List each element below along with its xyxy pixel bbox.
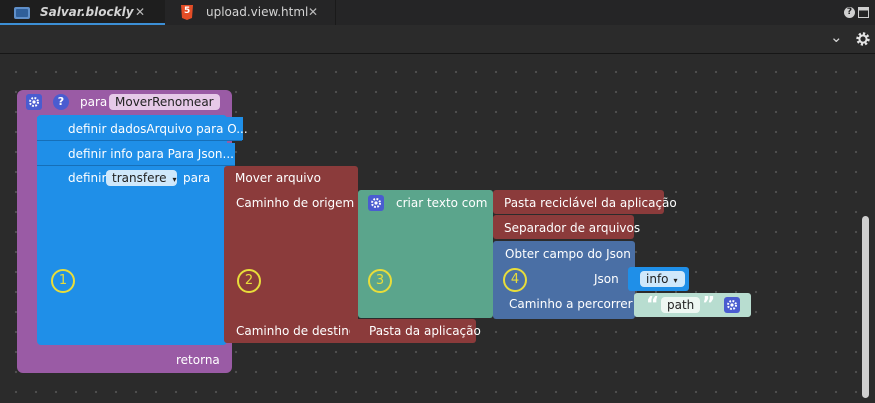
- block-divider: [37, 165, 235, 166]
- path-label: Caminho a percorrer: [509, 297, 633, 311]
- text-literal-field[interactable]: path: [661, 297, 701, 313]
- tab-bar: Salvar.blockly ✕ 5 upload.view.html ✕ ?: [0, 0, 875, 26]
- dropdown-arrow-icon: ▾: [172, 175, 177, 184]
- gear-icon[interactable]: [855, 31, 871, 47]
- block-divider: [37, 140, 242, 141]
- set-transfere-keyword: definir: [68, 171, 107, 185]
- editor-toolbar: ⌄: [0, 25, 875, 54]
- tab-upload-view-html[interactable]: 5 upload.view.html ✕: [166, 0, 336, 25]
- html5-badge: 5: [184, 6, 191, 16]
- move-file-block[interactable]: [224, 166, 358, 343]
- json-label: Json: [594, 272, 619, 286]
- quote-open-icon: “: [646, 292, 660, 316]
- close-icon[interactable]: ✕: [135, 5, 145, 19]
- move-file-title: Mover arquivo: [235, 171, 322, 185]
- quote-close-icon: ”: [702, 292, 716, 316]
- chevron-down-icon[interactable]: ⌄: [830, 28, 843, 46]
- gear-icon[interactable]: [724, 297, 740, 313]
- json-get-title: Obter campo do Json: [505, 247, 631, 261]
- help-icon[interactable]: ?: [53, 94, 69, 110]
- blockly-file-icon: [14, 7, 30, 19]
- gear-icon[interactable]: [368, 195, 384, 211]
- maximize-icon[interactable]: [858, 7, 869, 18]
- vertical-scrollbar[interactable]: [862, 216, 869, 398]
- procedure-return-label: retorna: [176, 353, 220, 367]
- origin-path-label: Caminho de origem: [236, 196, 355, 210]
- set-info-label: definir info para Para Json...: [68, 147, 234, 161]
- tab-label: Salvar.blockly: [40, 5, 134, 19]
- info-variable-dropdown[interactable]: info ▾: [640, 271, 685, 287]
- set-dadosArquivo-label: definir dadosArquivo para O...: [68, 122, 248, 136]
- help-icon[interactable]: ?: [844, 7, 855, 18]
- dropdown-arrow-icon: ▾: [673, 276, 678, 285]
- separator-label: Separador de arquivos: [504, 221, 641, 235]
- recycle-folder-label: Pasta reciclável da aplicação: [504, 196, 677, 210]
- procedure-keyword: para: [80, 95, 108, 109]
- create-text-label: criar texto com: [396, 196, 488, 210]
- marker-3: 3: [368, 269, 392, 293]
- dest-path-label: Caminho de destino: [236, 324, 357, 338]
- tab-label: upload.view.html: [206, 5, 309, 19]
- marker-2: 2: [237, 269, 261, 293]
- marker-1: 1: [51, 269, 75, 293]
- close-icon[interactable]: ✕: [308, 5, 318, 19]
- gear-icon[interactable]: [26, 94, 42, 110]
- procedure-name-field[interactable]: MoverRenomear: [109, 94, 220, 110]
- variable-dropdown[interactable]: transfere ▾: [106, 170, 177, 186]
- tab-salvar-blockly[interactable]: Salvar.blockly ✕: [0, 0, 165, 25]
- set-transfere-to: para: [183, 171, 211, 185]
- marker-4: 4: [503, 268, 527, 292]
- blockly-workspace[interactable]: ? para MoverRenomear definir dadosArquiv…: [0, 54, 875, 403]
- app-folder-label: Pasta da aplicação: [369, 324, 481, 338]
